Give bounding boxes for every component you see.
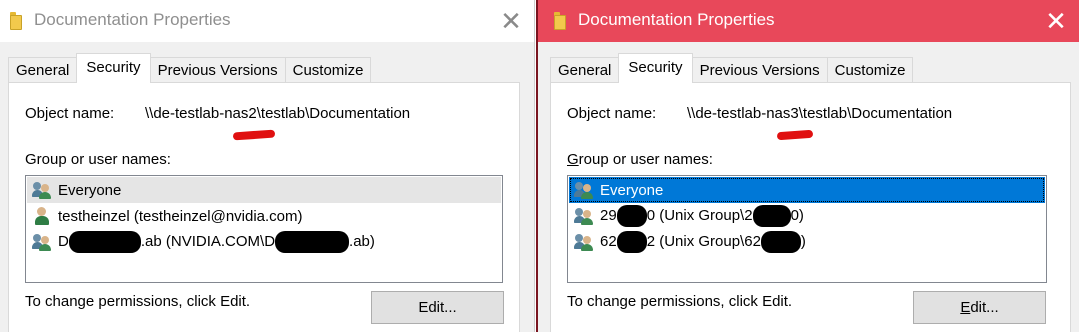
group-icon (574, 181, 594, 199)
object-name-row: Object name: \\de-testlab-nas2\testlab\Do… (25, 105, 410, 122)
tab-security[interactable]: Security (618, 53, 693, 83)
change-permissions-hint: To change permissions, click Edit. (25, 293, 251, 310)
change-permissions-hint: To change permissions, click Edit. (567, 293, 793, 310)
redaction-mark (68, 231, 141, 253)
red-highlight-mark (776, 129, 814, 141)
tab-bar: General Security Previous Versions Custo… (550, 53, 914, 83)
tab-general[interactable]: General (8, 57, 78, 83)
list-item-user[interactable]: testheinzel (testheinzel@nvidia.com) (27, 203, 501, 229)
list-item-everyone[interactable]: Everyone (27, 177, 501, 203)
window-title: Documentation Properties (578, 10, 775, 29)
group-names-label: Group or user names: (25, 151, 171, 168)
group-icon (32, 233, 52, 251)
list-item-unix-group-1[interactable]: 29 0 (Unix Group\2 0) (569, 203, 1045, 229)
group-icon (32, 181, 52, 199)
edit-button[interactable]: Edit... (913, 291, 1046, 324)
list-item-label: 62 2 (Unix Group\62) (600, 231, 806, 253)
security-panel: Object name: \\de-testlab-nas3\testlab\Do… (550, 82, 1071, 332)
group-icon (574, 207, 594, 225)
folder-icon (554, 12, 566, 30)
tab-customize[interactable]: Customize (284, 57, 372, 83)
title-bar[interactable]: Documentation Properties ✕ (0, 0, 534, 42)
properties-window-left: Documentation Properties ✕ General Secur… (0, 0, 535, 332)
tab-previous-versions[interactable]: Previous Versions (149, 57, 286, 83)
close-button[interactable]: ✕ (488, 0, 534, 42)
object-name-value: \\de-testlab-nas2\testlab\Documentation (145, 105, 411, 122)
list-item-label: Everyone (58, 181, 122, 199)
tab-security[interactable]: Security (76, 53, 151, 83)
edit-button[interactable]: Edit... (371, 291, 504, 324)
folder-icon (10, 12, 22, 30)
list-item-redacted-group[interactable]: D .ab (NVIDIA.COM\D .ab) (27, 229, 501, 255)
properties-window-right: Documentation Properties ✕ General Secur… (536, 0, 1079, 332)
group-icon (574, 233, 594, 251)
red-highlight-mark (232, 129, 276, 141)
group-user-listbox[interactable]: Everyone 29 0 (Unix Group\2 0) 62 2 (Unix G… (567, 175, 1047, 283)
group-names-label: Group or user names: (567, 151, 713, 168)
object-name-row: Object name: \\de-testlab-nas3\testlab\Do… (567, 105, 952, 122)
title-bar[interactable]: Documentation Properties ✕ (538, 0, 1079, 42)
group-user-listbox[interactable]: Everyone testheinzel (testheinzel@nvidia… (25, 175, 503, 283)
window-title: Documentation Properties (34, 10, 231, 29)
list-item-label: 29 0 (Unix Group\2 0) (600, 205, 804, 227)
tab-bar: General Security Previous Versions Custo… (8, 53, 372, 83)
object-name-value: \\de-testlab-nas3\testlab\Documentation (687, 105, 953, 122)
redaction-mark (275, 231, 350, 253)
list-item-unix-group-2[interactable]: 62 2 (Unix Group\62) (569, 229, 1045, 255)
list-item-label: D .ab (NVIDIA.COM\D .ab) (58, 231, 375, 253)
list-item-everyone[interactable]: Everyone (569, 177, 1045, 203)
tab-general[interactable]: General (550, 57, 620, 83)
list-item-label: testheinzel (testheinzel@nvidia.com) (58, 207, 303, 225)
redaction-mark (616, 231, 647, 253)
redaction-mark (752, 205, 791, 227)
tab-previous-versions[interactable]: Previous Versions (691, 57, 828, 83)
object-name-label: Object name: (567, 105, 657, 122)
close-button[interactable]: ✕ (1033, 0, 1079, 42)
redaction-mark (760, 231, 801, 253)
object-name-label: Object name: (25, 105, 115, 122)
tab-customize[interactable]: Customize (826, 57, 914, 83)
security-panel: Object name: \\de-testlab-nas2\testlab\Do… (8, 82, 520, 332)
list-item-label: Everyone (600, 181, 664, 199)
user-icon (32, 207, 52, 225)
redaction-mark (616, 205, 647, 227)
